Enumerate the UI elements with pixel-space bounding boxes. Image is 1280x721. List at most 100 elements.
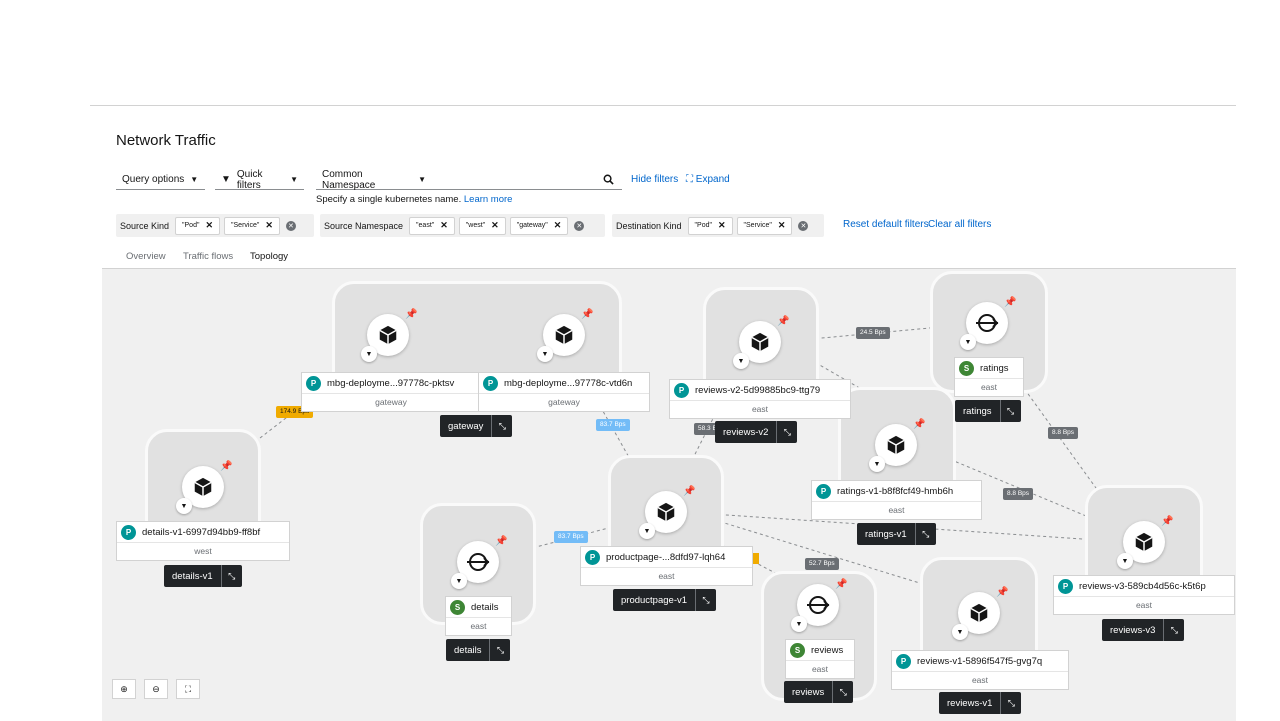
group-close-icon[interactable]: ✕ [574,220,585,231]
collapse-icon[interactable]: ⤡ [776,421,797,443]
group-name: ratings [963,405,992,417]
filter-icon[interactable]: ▼ [960,334,976,350]
zoom-out-button[interactable]: ⊖ [144,679,168,699]
collapse-icon[interactable]: ⤡ [491,415,512,437]
filter-chip: "west" ✕ [458,216,506,235]
group-label-ratings-v1[interactable]: ratings-v1 ⤡ [857,523,936,545]
pin-icon[interactable]: 📌 [581,309,593,320]
filter-icon[interactable]: ▼ [1117,553,1133,569]
filter-icon[interactable]: ▼ [537,346,553,362]
group-label-details[interactable]: details ⤡ [446,639,511,661]
group-label-reviews[interactable]: reviews ⤡ [784,681,854,703]
close-icon[interactable]: ✕ [205,220,213,231]
node-label[interactable]: Sdetails east [445,596,512,636]
tab-traffic-flows[interactable]: Traffic flows [183,251,233,268]
pin-icon[interactable]: 📌 [1004,297,1016,308]
node-label[interactable]: Pratings-v1-b8f8fcf49-hmb6h east [811,480,982,520]
collapse-icon[interactable]: ⤡ [695,589,716,611]
filter-chip: "Service" ✕ [736,216,793,235]
collapse-icon[interactable]: ⤡ [220,565,242,587]
filter-group-label: Destination Kind [616,220,682,231]
query-options-dropdown[interactable]: Query options ▼ [116,170,205,190]
collapse-icon[interactable]: ⤡ [489,639,510,661]
node-label[interactable]: Pdetails-v1-6997d94bb9-ff8bf west [116,521,290,561]
pin-icon[interactable]: 📌 [495,536,507,547]
pod-badge: P [483,375,498,391]
topology-canvas[interactable]: 24.5 Bps 174.9 Bps 83.7 Bps 58.3 Bps 8.8… [102,268,1236,721]
search-input[interactable] [432,170,594,190]
node-name: ratings-v1-b8f8fcf49-hmb6h [837,485,954,497]
filter-group-source-kind: Source Kind "Pod" ✕ "Service" ✕ ✕ [116,214,314,237]
close-icon[interactable]: ✕ [440,220,448,231]
zoom-in-button[interactable]: ⊕ [112,679,136,699]
group-label-ratings[interactable]: ratings ⤡ [955,400,1021,422]
node-label[interactable]: Pproductpage-...8dfd97-lqh64 east [580,546,753,586]
filter-icon[interactable]: ▼ [733,353,749,369]
node-label[interactable]: Pmbg-deployme...97778c-vtd6n gateway [478,372,650,412]
collapse-icon[interactable]: ⤡ [1000,692,1021,714]
collapse-icon[interactable]: ⤡ [999,400,1021,422]
group-name: reviews-v2 [723,426,769,438]
group-close-icon[interactable]: ✕ [285,220,296,231]
zoom-out-icon: ⊖ [152,683,160,694]
pin-icon[interactable]: 📌 [1161,516,1173,527]
pin-icon[interactable]: 📌 [913,419,925,430]
chip-label: "Service" [743,222,772,229]
pod-badge: P [674,382,689,398]
filter-icon[interactable]: ▼ [361,346,377,362]
filter-icon[interactable]: ▼ [869,456,885,472]
node-label[interactable]: Sratings east [954,357,1024,397]
learn-more-link[interactable]: Learn more [464,194,513,205]
node-label[interactable]: Pmbg-deployme...97778c-pktsv gateway [301,372,481,412]
group-name: details [454,644,482,656]
filter-group-label: Source Namespace [324,220,404,231]
query-options-label: Query options [122,174,185,185]
helper-text: Specify a single kubernetes name. Learn … [316,194,512,205]
close-icon[interactable]: ✕ [265,220,273,231]
filter-icon[interactable]: ▼ [176,498,192,514]
hide-filters-link[interactable]: Hide filters [631,174,678,185]
pin-icon[interactable]: 📌 [405,309,417,320]
node-label[interactable]: Previews-v1-5896f547f5-gvg7q east [891,650,1069,690]
collapse-icon[interactable]: ⤡ [914,523,936,545]
group-label-productpage-v1[interactable]: productpage-v1 ⤡ [613,589,717,611]
pin-icon[interactable]: 📌 [220,461,232,472]
caret-down-icon: ▼ [418,175,426,184]
filter-icon[interactable]: ▼ [451,573,467,589]
group-label-details-v1[interactable]: details-v1 ⤡ [164,565,242,587]
pod-badge: P [121,524,136,540]
pin-icon[interactable]: 📌 [683,486,695,497]
expand-link[interactable]: ⛶ Expand [686,174,730,185]
pin-icon[interactable]: 📌 [777,316,789,327]
collapse-icon[interactable]: ⤡ [1163,619,1184,641]
filter-icon[interactable]: ▼ [639,523,655,539]
group-label-reviews-v1[interactable]: reviews-v1 ⤡ [939,692,1022,714]
pod-badge: P [306,375,321,391]
close-icon[interactable]: ✕ [554,220,562,231]
chip-label: "Pod" [182,222,200,229]
node-label[interactable]: Previews-v2-5d99885bc9-ttg79 east [669,379,851,419]
group-label-gateway[interactable]: gateway ⤡ [440,415,513,437]
group-close-icon[interactable]: ✕ [798,220,809,231]
group-label-reviews-v2[interactable]: reviews-v2 ⤡ [715,421,798,443]
collapse-icon[interactable]: ⤡ [832,681,853,703]
filter-icon[interactable]: ▼ [791,616,807,632]
search-button[interactable] [594,170,622,190]
node-name: details [471,601,499,613]
tab-overview[interactable]: Overview [126,251,166,268]
close-icon[interactable]: ✕ [718,220,726,231]
pin-icon[interactable]: 📌 [835,579,847,590]
group-label-reviews-v3[interactable]: reviews-v3 ⤡ [1102,619,1185,641]
pod-badge: P [1058,578,1073,594]
filter-icon[interactable]: ▼ [952,624,968,640]
close-icon[interactable]: ✕ [491,220,499,231]
clear-all-filters-link[interactable]: Clear all filters [928,219,991,230]
reset-default-filters-link[interactable]: Reset default filters [843,219,929,230]
namespace-select[interactable]: Common Namespace ▼ [316,169,432,191]
close-icon[interactable]: ✕ [778,220,786,231]
fit-to-screen-button[interactable]: ⛶ [176,679,200,699]
quick-filters-dropdown[interactable]: ▼ Quick filters ▼ [215,169,304,191]
pin-icon[interactable]: 📌 [996,587,1008,598]
node-label[interactable]: Previews-v3-589cb4d56c-k5t6p east [1053,575,1235,615]
node-label[interactable]: Sreviews east [785,639,855,679]
